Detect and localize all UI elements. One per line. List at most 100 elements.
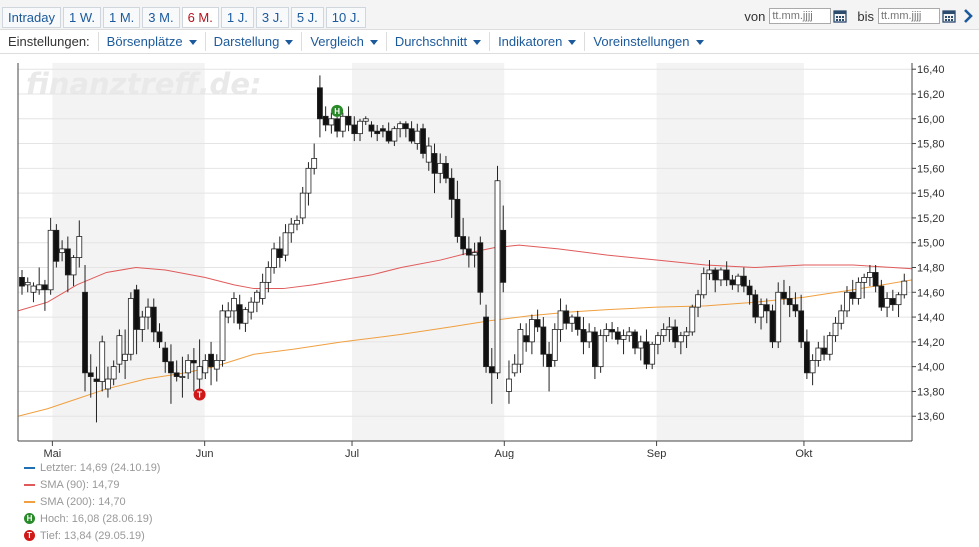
candle (592, 326, 598, 380)
legend-last-swatch (24, 466, 35, 469)
x-tick-label: Sep (647, 448, 667, 459)
candle (517, 323, 524, 373)
chevron-down-icon (473, 40, 482, 46)
tab-1-m[interactable]: 1 M. (103, 7, 141, 28)
candle (832, 317, 839, 342)
legend-low: T Tief: 13,84 (29.05.19) (24, 527, 160, 544)
candle (855, 277, 862, 305)
month-band (52, 63, 205, 441)
y-tick-label: 14,40 (917, 312, 945, 324)
month-band (656, 63, 804, 441)
candle (19, 269, 25, 295)
y-tick-label: 13,60 (917, 411, 945, 423)
candle (30, 282, 37, 303)
candle (866, 265, 873, 287)
menu-label: Börsenplätze (106, 34, 183, 49)
menu-label: Voreinstellungen (593, 34, 690, 49)
candle (809, 354, 816, 386)
extreme-markers: HT (193, 104, 344, 401)
legend-sma200: SMA (200): 14,70 (24, 493, 160, 510)
y-tick-label: 16,00 (917, 114, 945, 126)
candle (345, 106, 352, 132)
candle (311, 143, 318, 175)
tab-5-j[interactable]: 5 J. (290, 7, 324, 28)
candle (597, 329, 604, 373)
tab-1-w[interactable]: 1 W. (62, 7, 101, 28)
candle (523, 323, 530, 352)
candle (557, 298, 564, 342)
legend-sma90-swatch (24, 483, 35, 486)
menu-2[interactable]: Vergleich (301, 32, 385, 51)
menu-5[interactable]: Voreinstellungen (584, 32, 711, 51)
candle (236, 294, 243, 330)
y-tick-label: 16,40 (917, 64, 945, 76)
calendar-icon[interactable] (942, 9, 956, 23)
candle (259, 273, 266, 305)
candle (231, 292, 237, 324)
candle (511, 354, 518, 377)
candle (219, 304, 226, 367)
candle (213, 354, 220, 382)
menu-label: Indikatoren (498, 34, 563, 49)
candle (649, 341, 656, 370)
timeframe-bar: Intraday 1 W. 1 M. 3 M. 6 M. 1 J. 3 J. 5 J. 10 J… (0, 0, 979, 30)
calendar-icon[interactable] (833, 9, 848, 23)
candle (551, 323, 558, 367)
candle (803, 329, 810, 380)
tab-1-j[interactable]: 1 J. (220, 7, 254, 28)
tab-3-j[interactable]: 3 J. (255, 7, 289, 28)
candle (775, 282, 782, 349)
chevron-right-icon[interactable] (962, 8, 974, 24)
menu-label: Darstellung (213, 34, 280, 49)
candle (53, 224, 60, 268)
candle (288, 217, 295, 243)
candle (528, 314, 535, 355)
candle (305, 162, 312, 206)
settings-bar: Einstellungen: Börsenplätze Darstellung Ve… (0, 30, 979, 54)
candle (849, 279, 856, 305)
legend-last: Letzter: 14,69 (24.10.19) (24, 459, 160, 476)
menu-1[interactable]: Darstellung (204, 32, 302, 51)
candle (563, 304, 570, 330)
candle (282, 224, 289, 262)
candle (242, 307, 249, 332)
candle (637, 335, 644, 361)
candle (248, 297, 255, 320)
from-label: von (744, 8, 766, 24)
tab-3-m[interactable]: 3 M. (142, 7, 180, 28)
candle (580, 317, 587, 355)
candle (884, 292, 890, 318)
price-chart: finanztreff.de: HT 13,6013,8014,0014,201… (17, 63, 945, 459)
candle (769, 304, 776, 349)
candle (838, 304, 845, 330)
candle (643, 329, 650, 370)
svg-text:H: H (334, 107, 340, 116)
y-tick-label: 14,80 (917, 262, 945, 274)
candle (276, 236, 283, 268)
high-badge-icon: H (24, 513, 35, 524)
candle (534, 309, 541, 332)
candle (815, 341, 822, 367)
candle (42, 279, 48, 311)
tab-intraday[interactable]: Intraday (2, 7, 61, 28)
menu-0[interactable]: Börsenplätze (97, 32, 205, 51)
to-date-input[interactable] (878, 8, 940, 24)
candle (494, 165, 501, 380)
candle (609, 322, 615, 340)
tab-6-m[interactable]: 6 M. (181, 7, 219, 28)
tab-10-j[interactable]: 10 J. (325, 7, 366, 28)
candle (271, 242, 277, 274)
candle (265, 261, 272, 293)
from-date-input[interactable] (769, 8, 832, 24)
candle (901, 273, 908, 299)
menu-4[interactable]: Indikatoren (489, 32, 584, 51)
svg-text:T: T (197, 390, 202, 399)
candle (127, 292, 134, 361)
legend: Letzter: 14,69 (24.10.19) SMA (90): 14,7… (24, 459, 160, 544)
legend-high: H Hoch: 16,08 (28.06.19) (24, 510, 160, 527)
menu-3[interactable]: Durchschnitt (385, 32, 489, 51)
y-tick-label: 15,80 (917, 139, 945, 151)
candle (626, 326, 633, 342)
candle (420, 123, 426, 159)
candle (253, 289, 260, 313)
